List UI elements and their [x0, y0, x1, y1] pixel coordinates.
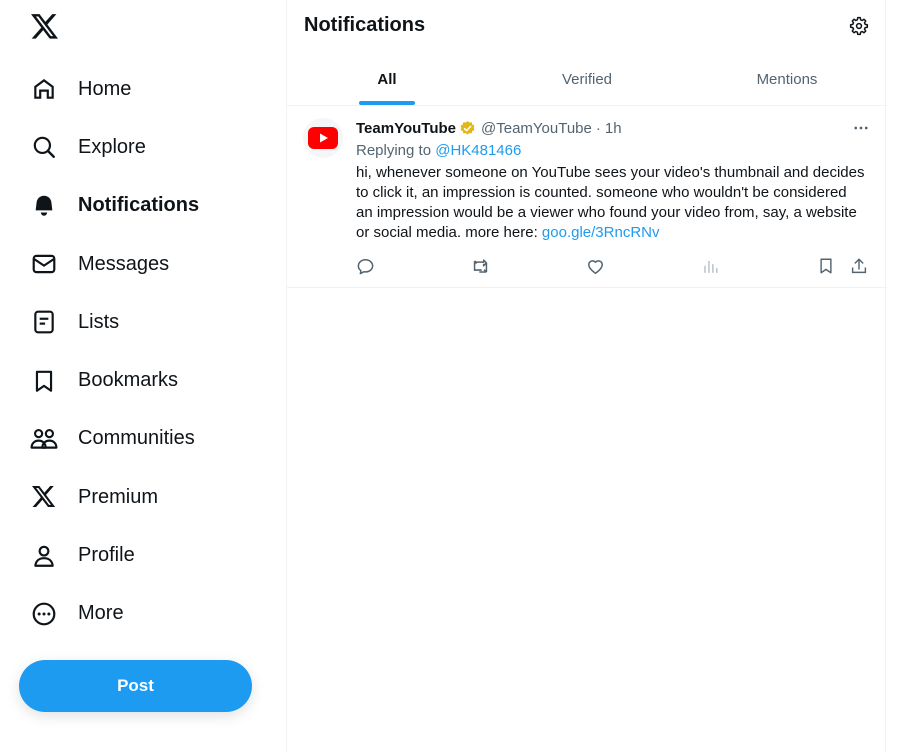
sidebar-item-lists[interactable]: Lists — [18, 293, 268, 351]
sidebar-item-premium[interactable]: Premium — [18, 468, 268, 526]
tab-mentions[interactable]: Mentions — [687, 53, 887, 105]
repost-icon[interactable] — [468, 254, 492, 278]
sidebar-item-bookmarks[interactable]: Bookmarks — [18, 351, 268, 409]
main-column: Notifications All Verified Mentions Team… — [286, 0, 887, 752]
sidebar-item-label: More — [78, 602, 124, 625]
sidebar-item-communities[interactable]: Communities — [18, 410, 268, 468]
separator: · — [595, 119, 601, 137]
reply-mention-link[interactable]: @HK481466 — [435, 142, 521, 159]
page-title: Notifications — [304, 14, 426, 36]
sidebar-item-label: Lists — [78, 310, 120, 333]
more-options-icon[interactable] — [851, 118, 871, 138]
sidebar-item-label: Communities — [78, 427, 195, 450]
sidebar-item-notifications[interactable]: Notifications — [18, 177, 268, 235]
sidebar-item-profile[interactable]: Profile — [18, 526, 268, 584]
sidebar-item-label: Notifications — [78, 194, 200, 217]
sidebar-item-label: Premium — [78, 485, 159, 508]
list-icon — [30, 308, 58, 336]
like-heart-icon[interactable] — [583, 254, 607, 278]
sidebar: Home Explore Notifications Messages List… — [0, 0, 287, 752]
author-name[interactable]: TeamYouTube — [356, 120, 456, 137]
tweet-link[interactable]: goo.gle/3RncRNv — [542, 224, 660, 241]
sidebar-item-label: Explore — [78, 135, 146, 158]
views-chart-icon[interactable] — [698, 254, 722, 278]
share-icon[interactable] — [847, 254, 871, 278]
tweet-actions — [345, 254, 875, 278]
communities-icon — [30, 425, 58, 453]
tab-all[interactable]: All — [287, 53, 487, 105]
replying-to-label: Replying to — [356, 142, 432, 159]
active-tab-indicator — [359, 101, 415, 105]
sidebar-item-label: Bookmarks — [78, 369, 179, 392]
notification-tabs: All Verified Mentions — [287, 53, 887, 106]
more-circle-icon — [30, 600, 58, 628]
sidebar-item-label: Profile — [78, 544, 135, 567]
bell-icon — [30, 192, 58, 220]
timestamp[interactable]: 1h — [605, 120, 622, 137]
sidebar-item-label: Home — [78, 77, 132, 100]
sidebar-item-label: Messages — [78, 252, 170, 275]
gear-icon[interactable] — [847, 14, 871, 38]
tab-label: Mentions — [756, 70, 818, 88]
tweet-text: hi, whenever someone on YouTube sees you… — [356, 163, 866, 243]
sidebar-item-more[interactable]: More — [18, 585, 268, 643]
x-logo-icon[interactable] — [30, 12, 60, 42]
envelope-icon — [30, 250, 58, 278]
reply-icon[interactable] — [353, 254, 377, 278]
bookmark-icon — [30, 367, 58, 395]
avatar[interactable] — [303, 118, 343, 158]
sidebar-item-home[interactable]: Home — [18, 60, 268, 118]
verified-badge-icon — [459, 119, 477, 137]
tab-label: All — [377, 70, 397, 88]
replying-to: Replying to @HK481466 — [356, 142, 521, 159]
home-icon — [30, 75, 58, 103]
x-icon — [30, 483, 58, 511]
sidebar-item-explore[interactable]: Explore — [18, 118, 268, 176]
author-handle[interactable]: @TeamYouTube — [481, 120, 592, 137]
post-button[interactable]: Post — [19, 660, 252, 712]
notification-tweet[interactable]: TeamYouTube @TeamYouTube · 1h Replying t… — [287, 106, 887, 288]
search-icon — [30, 133, 58, 161]
person-icon — [30, 542, 58, 570]
sidebar-item-messages[interactable]: Messages — [18, 235, 268, 293]
tweet-header: TeamYouTube @TeamYouTube · 1h — [356, 119, 622, 137]
tab-verified[interactable]: Verified — [487, 53, 687, 105]
bookmark-icon[interactable] — [814, 254, 838, 278]
youtube-logo-icon — [308, 127, 338, 149]
tab-label: Verified — [561, 70, 613, 88]
primary-nav: Home Explore Notifications Messages List… — [18, 60, 268, 643]
